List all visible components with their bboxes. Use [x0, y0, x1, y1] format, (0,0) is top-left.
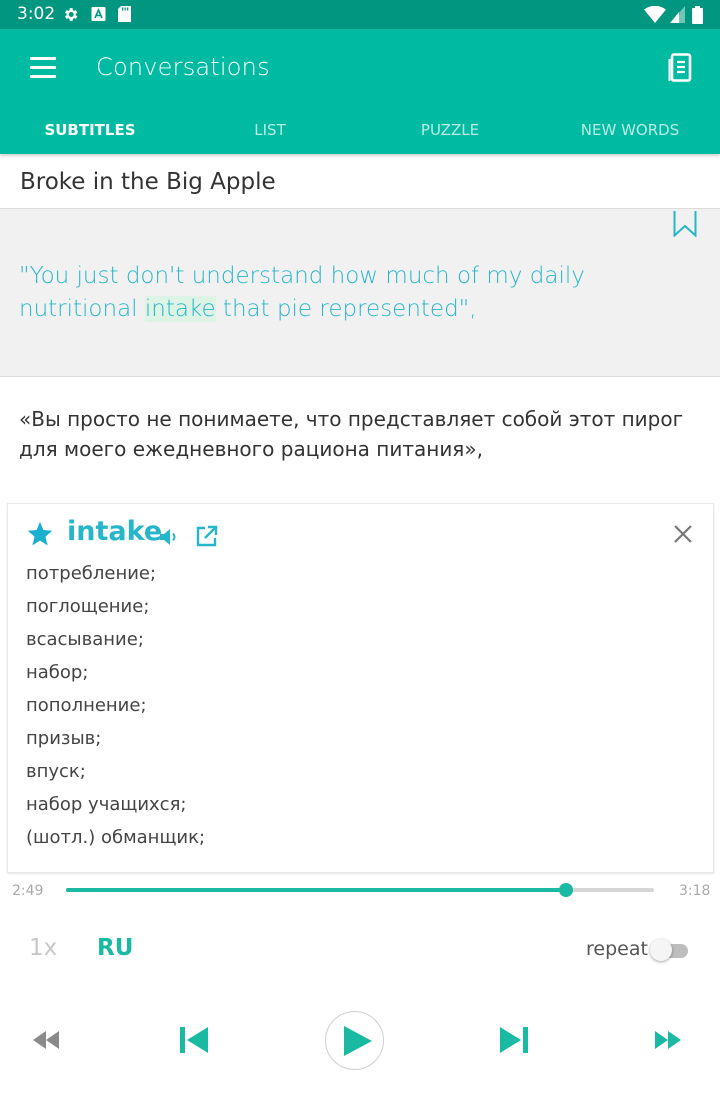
- repeat-toggle[interactable]: [650, 939, 688, 961]
- meaning-item: набор;: [26, 662, 89, 683]
- progress-slider[interactable]: [66, 883, 654, 897]
- settings-icon: [65, 8, 78, 21]
- rewind-icon[interactable]: [32, 1030, 60, 1050]
- total-time: 3:18: [679, 883, 711, 899]
- subtitle-highlight-word[interactable]: intake: [144, 296, 216, 322]
- play-button[interactable]: [325, 1011, 384, 1070]
- dictionary-book-icon[interactable]: [668, 53, 694, 83]
- app-bar: Conversations SUBTITLES LIST PUZZLE NEW …: [0, 29, 720, 154]
- tab-subtitles[interactable]: SUBTITLES: [0, 121, 180, 139]
- meaning-item: набор учащихся;: [26, 794, 187, 815]
- meanings-list: потребление; поглощение; всасывание; наб…: [26, 557, 205, 854]
- language-button[interactable]: RU: [97, 935, 133, 961]
- meaning-item: поглощение;: [26, 596, 150, 617]
- repeat-label: repeat: [586, 938, 648, 960]
- subtitle-after: that pie represented",: [215, 296, 477, 322]
- battery-icon: [692, 6, 703, 24]
- speaker-icon[interactable]: [159, 526, 181, 548]
- tab-puzzle[interactable]: PUZZLE: [360, 121, 540, 139]
- progress-thumb[interactable]: [558, 883, 573, 897]
- status-bar: 3:02: [0, 0, 720, 29]
- meaning-item: потребление;: [26, 563, 157, 584]
- wifi-icon: [644, 6, 666, 23]
- external-link-icon[interactable]: [195, 525, 218, 548]
- menu-icon[interactable]: [30, 57, 56, 79]
- meaning-item: (шотл.) обманщик;: [26, 827, 206, 848]
- subtitle-text[interactable]: "You just don't understand how much of m…: [19, 260, 709, 326]
- star-icon[interactable]: [26, 520, 54, 548]
- previous-icon[interactable]: [179, 1026, 209, 1054]
- sd-card-icon: [118, 6, 131, 22]
- dictionary-word: intake: [67, 516, 163, 547]
- translation-text: «Вы просто не понимаете, что представляе…: [19, 407, 684, 461]
- bookmark-icon[interactable]: [673, 211, 697, 237]
- tab-list[interactable]: LIST: [180, 121, 360, 139]
- lesson-title: Broke in the Big Apple: [20, 169, 276, 195]
- speed-button[interactable]: 1x: [29, 935, 57, 961]
- play-icon: [344, 1026, 372, 1056]
- fast-forward-icon[interactable]: [654, 1030, 682, 1050]
- progress-fill: [66, 888, 566, 892]
- meaning-item: всасывание;: [26, 629, 144, 650]
- meaning-item: призыв;: [26, 728, 102, 749]
- meaning-item: впуск;: [26, 761, 86, 782]
- close-icon[interactable]: [672, 523, 694, 545]
- meaning-item: пополнение;: [26, 695, 147, 716]
- current-time: 2:49: [12, 883, 44, 899]
- dictionary-card: intake потребление; поглощение; всасыван…: [7, 503, 714, 873]
- cell-signal-icon: [670, 6, 685, 23]
- subtitle-panel: "You just don't understand how much of m…: [0, 209, 720, 377]
- font-icon: [91, 7, 106, 21]
- status-time: 3:02: [17, 4, 56, 24]
- tab-bar: SUBTITLES LIST PUZZLE NEW WORDS: [0, 113, 720, 154]
- tab-new-words[interactable]: NEW WORDS: [540, 121, 720, 139]
- app-title: Conversations: [96, 53, 270, 81]
- next-icon[interactable]: [499, 1026, 529, 1054]
